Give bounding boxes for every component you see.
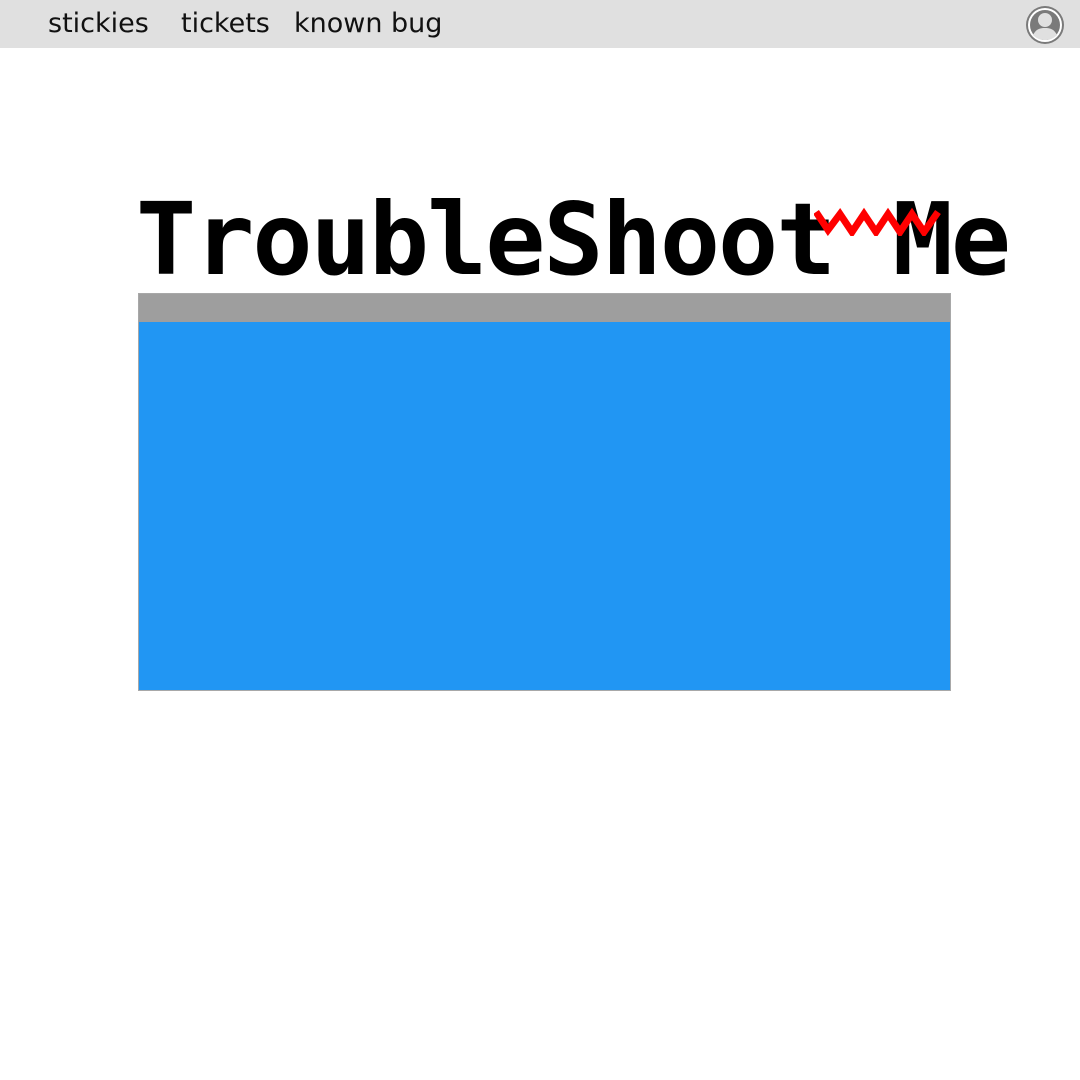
nav-link-tickets[interactable]: tickets: [181, 8, 270, 40]
page-title: TroubleShoot Me: [136, 181, 1011, 298]
user-avatar-svg: [1026, 6, 1064, 44]
spellcheck-underline-icon: [814, 207, 941, 236]
panel-header: [139, 294, 950, 322]
top-navigation-bar: stickies tickets known bug: [0, 0, 1080, 48]
user-avatar-icon[interactable]: [1025, 5, 1065, 45]
nav-link-stickies[interactable]: stickies: [48, 8, 149, 40]
content-panel: [138, 293, 951, 691]
panel-body: [139, 322, 950, 690]
nav-link-known-bug[interactable]: known bug: [294, 8, 442, 40]
